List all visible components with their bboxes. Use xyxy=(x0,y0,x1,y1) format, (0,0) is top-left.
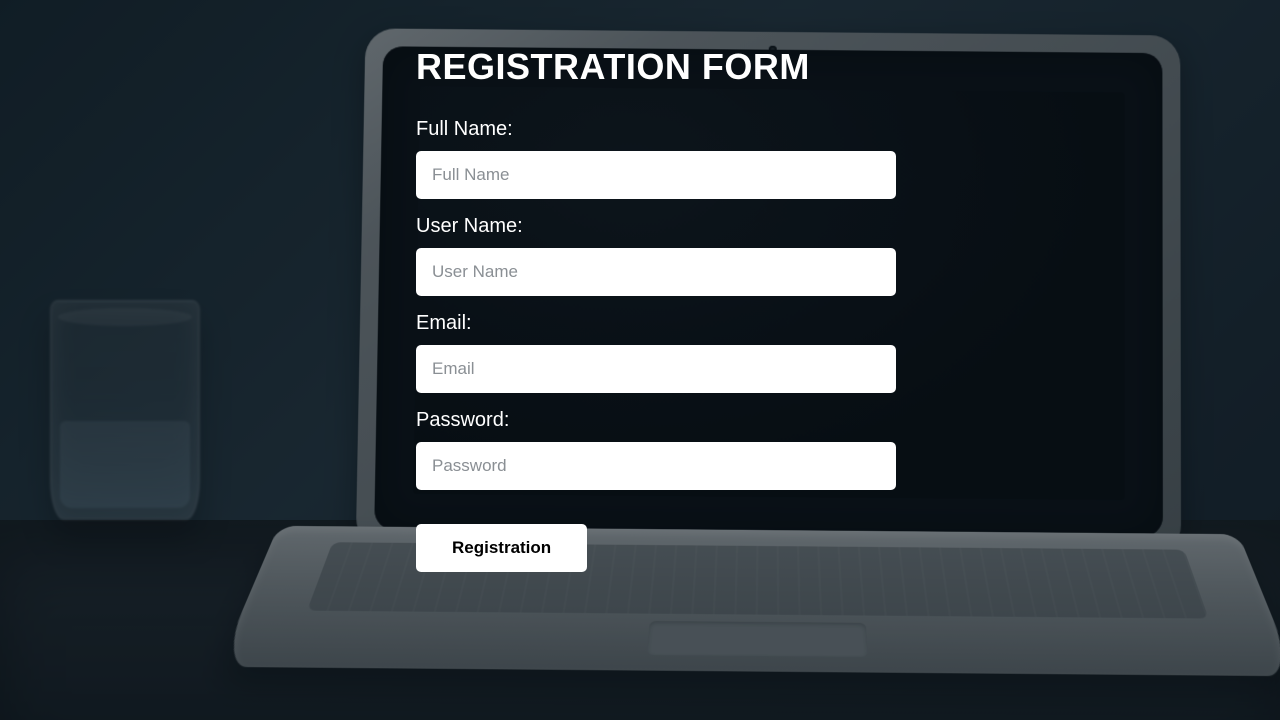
user-name-label: User Name: xyxy=(416,215,896,238)
field-email: Email: xyxy=(416,312,896,393)
field-user-name: User Name: xyxy=(416,215,896,296)
user-name-input[interactable] xyxy=(416,248,896,296)
email-input[interactable] xyxy=(416,345,896,393)
full-name-input[interactable] xyxy=(416,151,896,199)
registration-form: REGISTRATION FORM Full Name: User Name: … xyxy=(416,0,896,572)
password-input[interactable] xyxy=(416,442,896,490)
email-label: Email: xyxy=(416,312,896,335)
password-label: Password: xyxy=(416,409,896,432)
page-title: REGISTRATION FORM xyxy=(416,46,896,88)
full-name-label: Full Name: xyxy=(416,118,896,141)
field-full-name: Full Name: xyxy=(416,118,896,199)
registration-button[interactable]: Registration xyxy=(416,524,587,572)
field-password: Password: xyxy=(416,409,896,490)
